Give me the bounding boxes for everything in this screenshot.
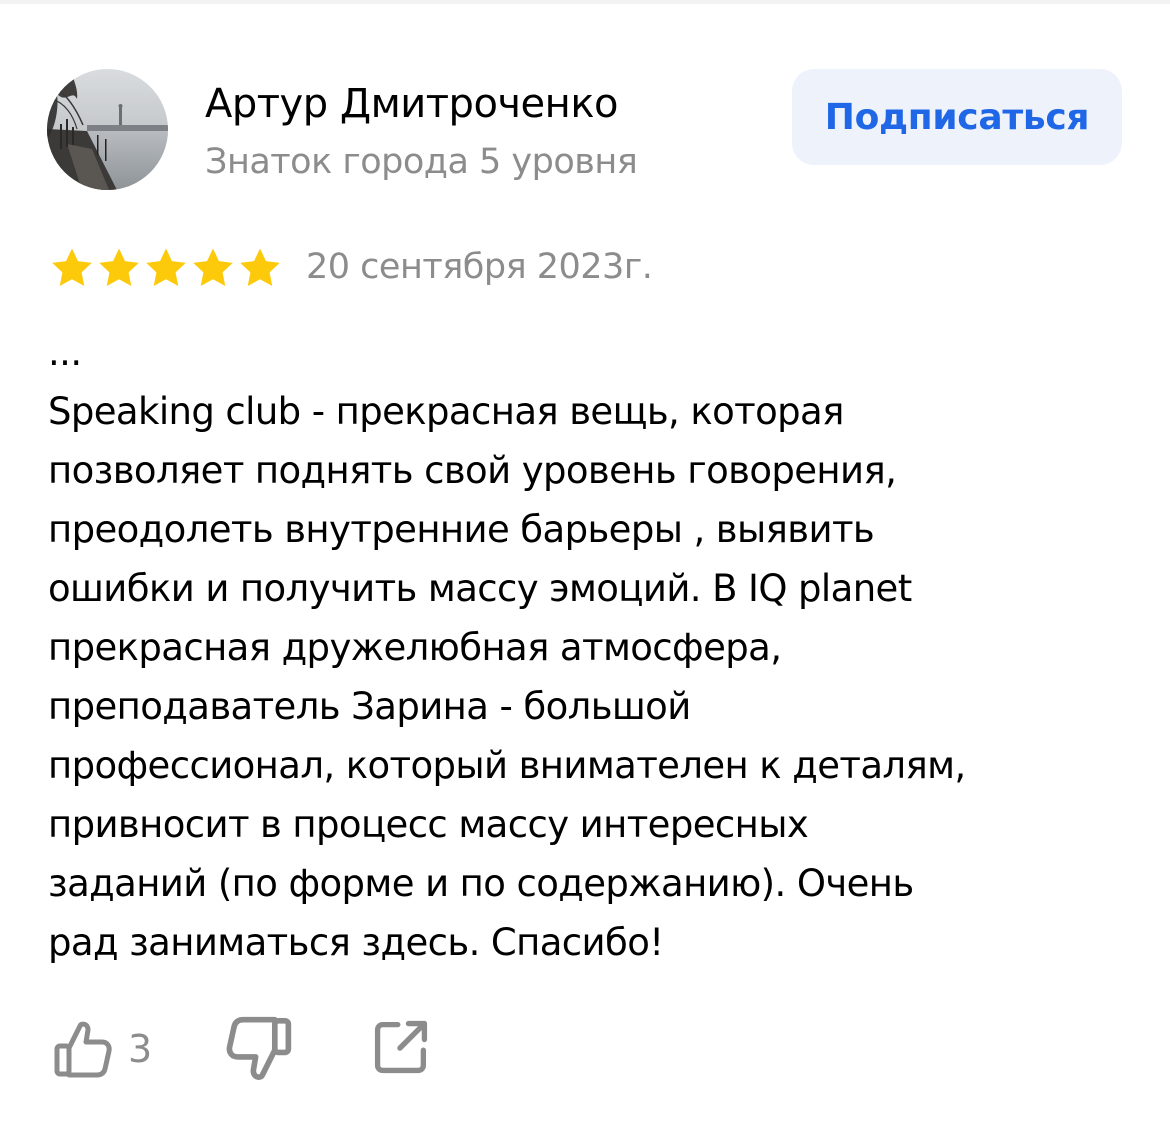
star-icon (193, 248, 233, 287)
share-button[interactable] (368, 1014, 438, 1084)
review-text-line: преподаватель Зарина - большой (48, 685, 691, 728)
review-text-line: ... (48, 331, 82, 374)
review-date: 20 сентября 2023г. (306, 247, 653, 287)
review-text-line: ошибки и получить массу эмоций. В IQ pla… (48, 567, 912, 610)
dislike-button[interactable] (224, 1014, 294, 1084)
review-actions: 3 (0, 1010, 1170, 1090)
star-icon (240, 248, 280, 287)
review-text-line: Speaking club - прекрасная вещь, которая (48, 390, 844, 433)
review-text-line: преодолеть внутренние барьеры , выявить (48, 508, 875, 551)
like-button[interactable]: 3 (52, 1014, 152, 1084)
review-text-line: привносит в процесс массу интересных (48, 803, 809, 846)
subscribe-button[interactable]: Подписаться (792, 69, 1122, 165)
like-count: 3 (128, 1027, 153, 1071)
top-divider (0, 0, 1170, 4)
author-level: Знаток города 5 уровня (205, 142, 638, 182)
avatar[interactable] (47, 69, 168, 190)
review-text-line: заданий (по форме и по содержанию). Очен… (48, 862, 914, 905)
share-icon (374, 1020, 428, 1074)
star-icon (146, 248, 186, 287)
review-text-line: позволяет поднять свой уровень говорения… (48, 449, 897, 492)
author-name[interactable]: Артур Дмитроченко (205, 80, 618, 128)
thumbs-up-icon (54, 1021, 112, 1078)
thumbs-down-icon (226, 1016, 292, 1080)
star-icon (99, 248, 139, 287)
review-text-line: профессионал, который внимателен к детал… (48, 744, 966, 787)
review-text: ... Speaking club - прекрасная вещь, кото… (48, 323, 1138, 972)
review-text-line: рад заниматься здесь. Спасибо! (48, 921, 664, 964)
review-text-line: прекрасная дружелюбная атмосфера, (48, 626, 782, 669)
star-icon (52, 248, 92, 287)
rating-stars (49, 245, 283, 291)
